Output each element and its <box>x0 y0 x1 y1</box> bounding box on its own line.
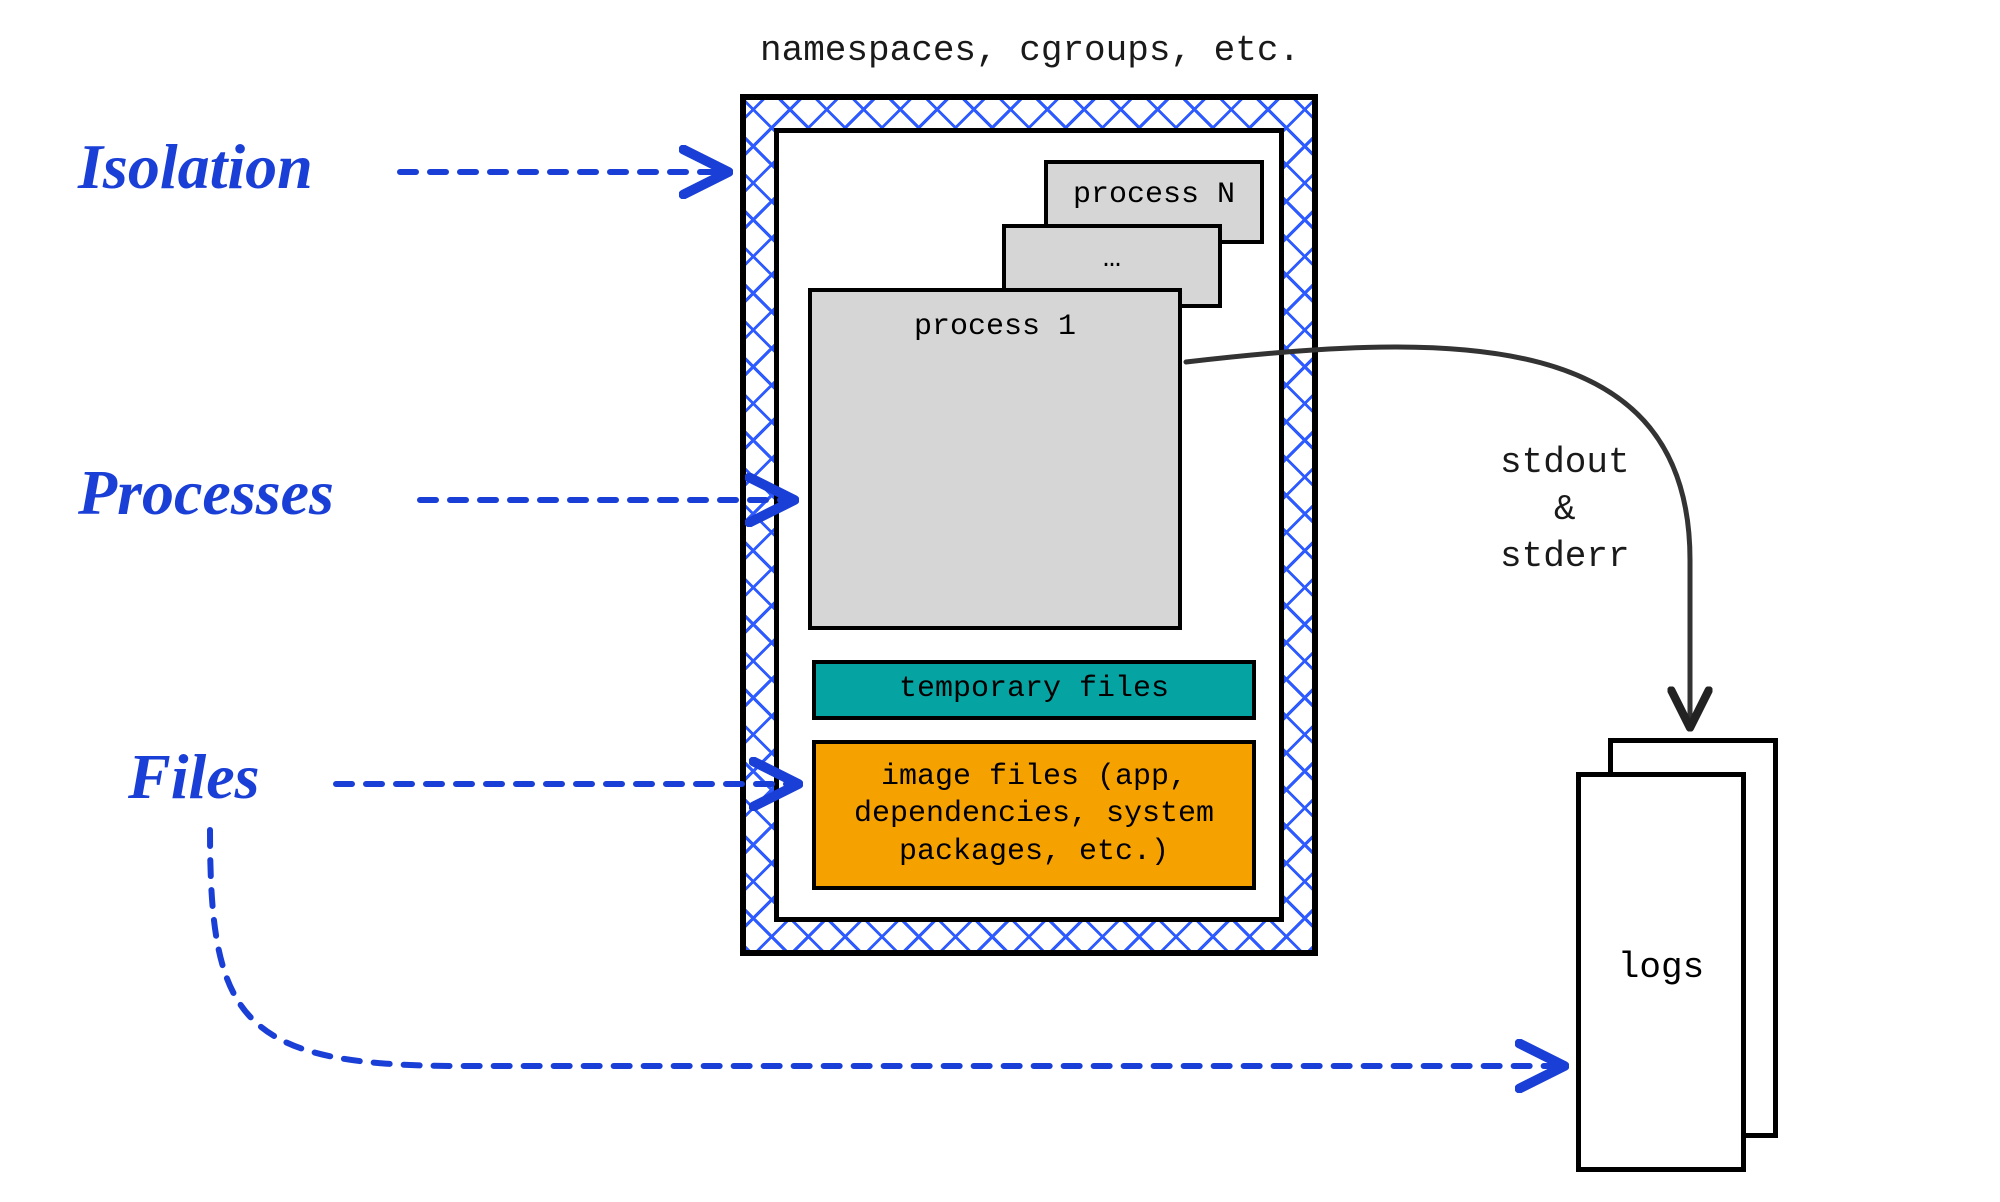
isolation-label: Isolation <box>78 130 313 204</box>
stdout-stderr-label: stdout & stderr <box>1500 440 1630 580</box>
temporary-files-box: temporary files <box>812 660 1256 720</box>
processes-label: Processes <box>78 456 334 530</box>
process-card-1: process 1 <box>808 288 1182 630</box>
image-files-box: image files (app, dependencies, system p… <box>812 740 1256 890</box>
logs-card-front: logs <box>1576 772 1746 1172</box>
namespaces-header: namespaces, cgroups, etc. <box>760 30 1300 71</box>
files-label: Files <box>128 740 260 814</box>
